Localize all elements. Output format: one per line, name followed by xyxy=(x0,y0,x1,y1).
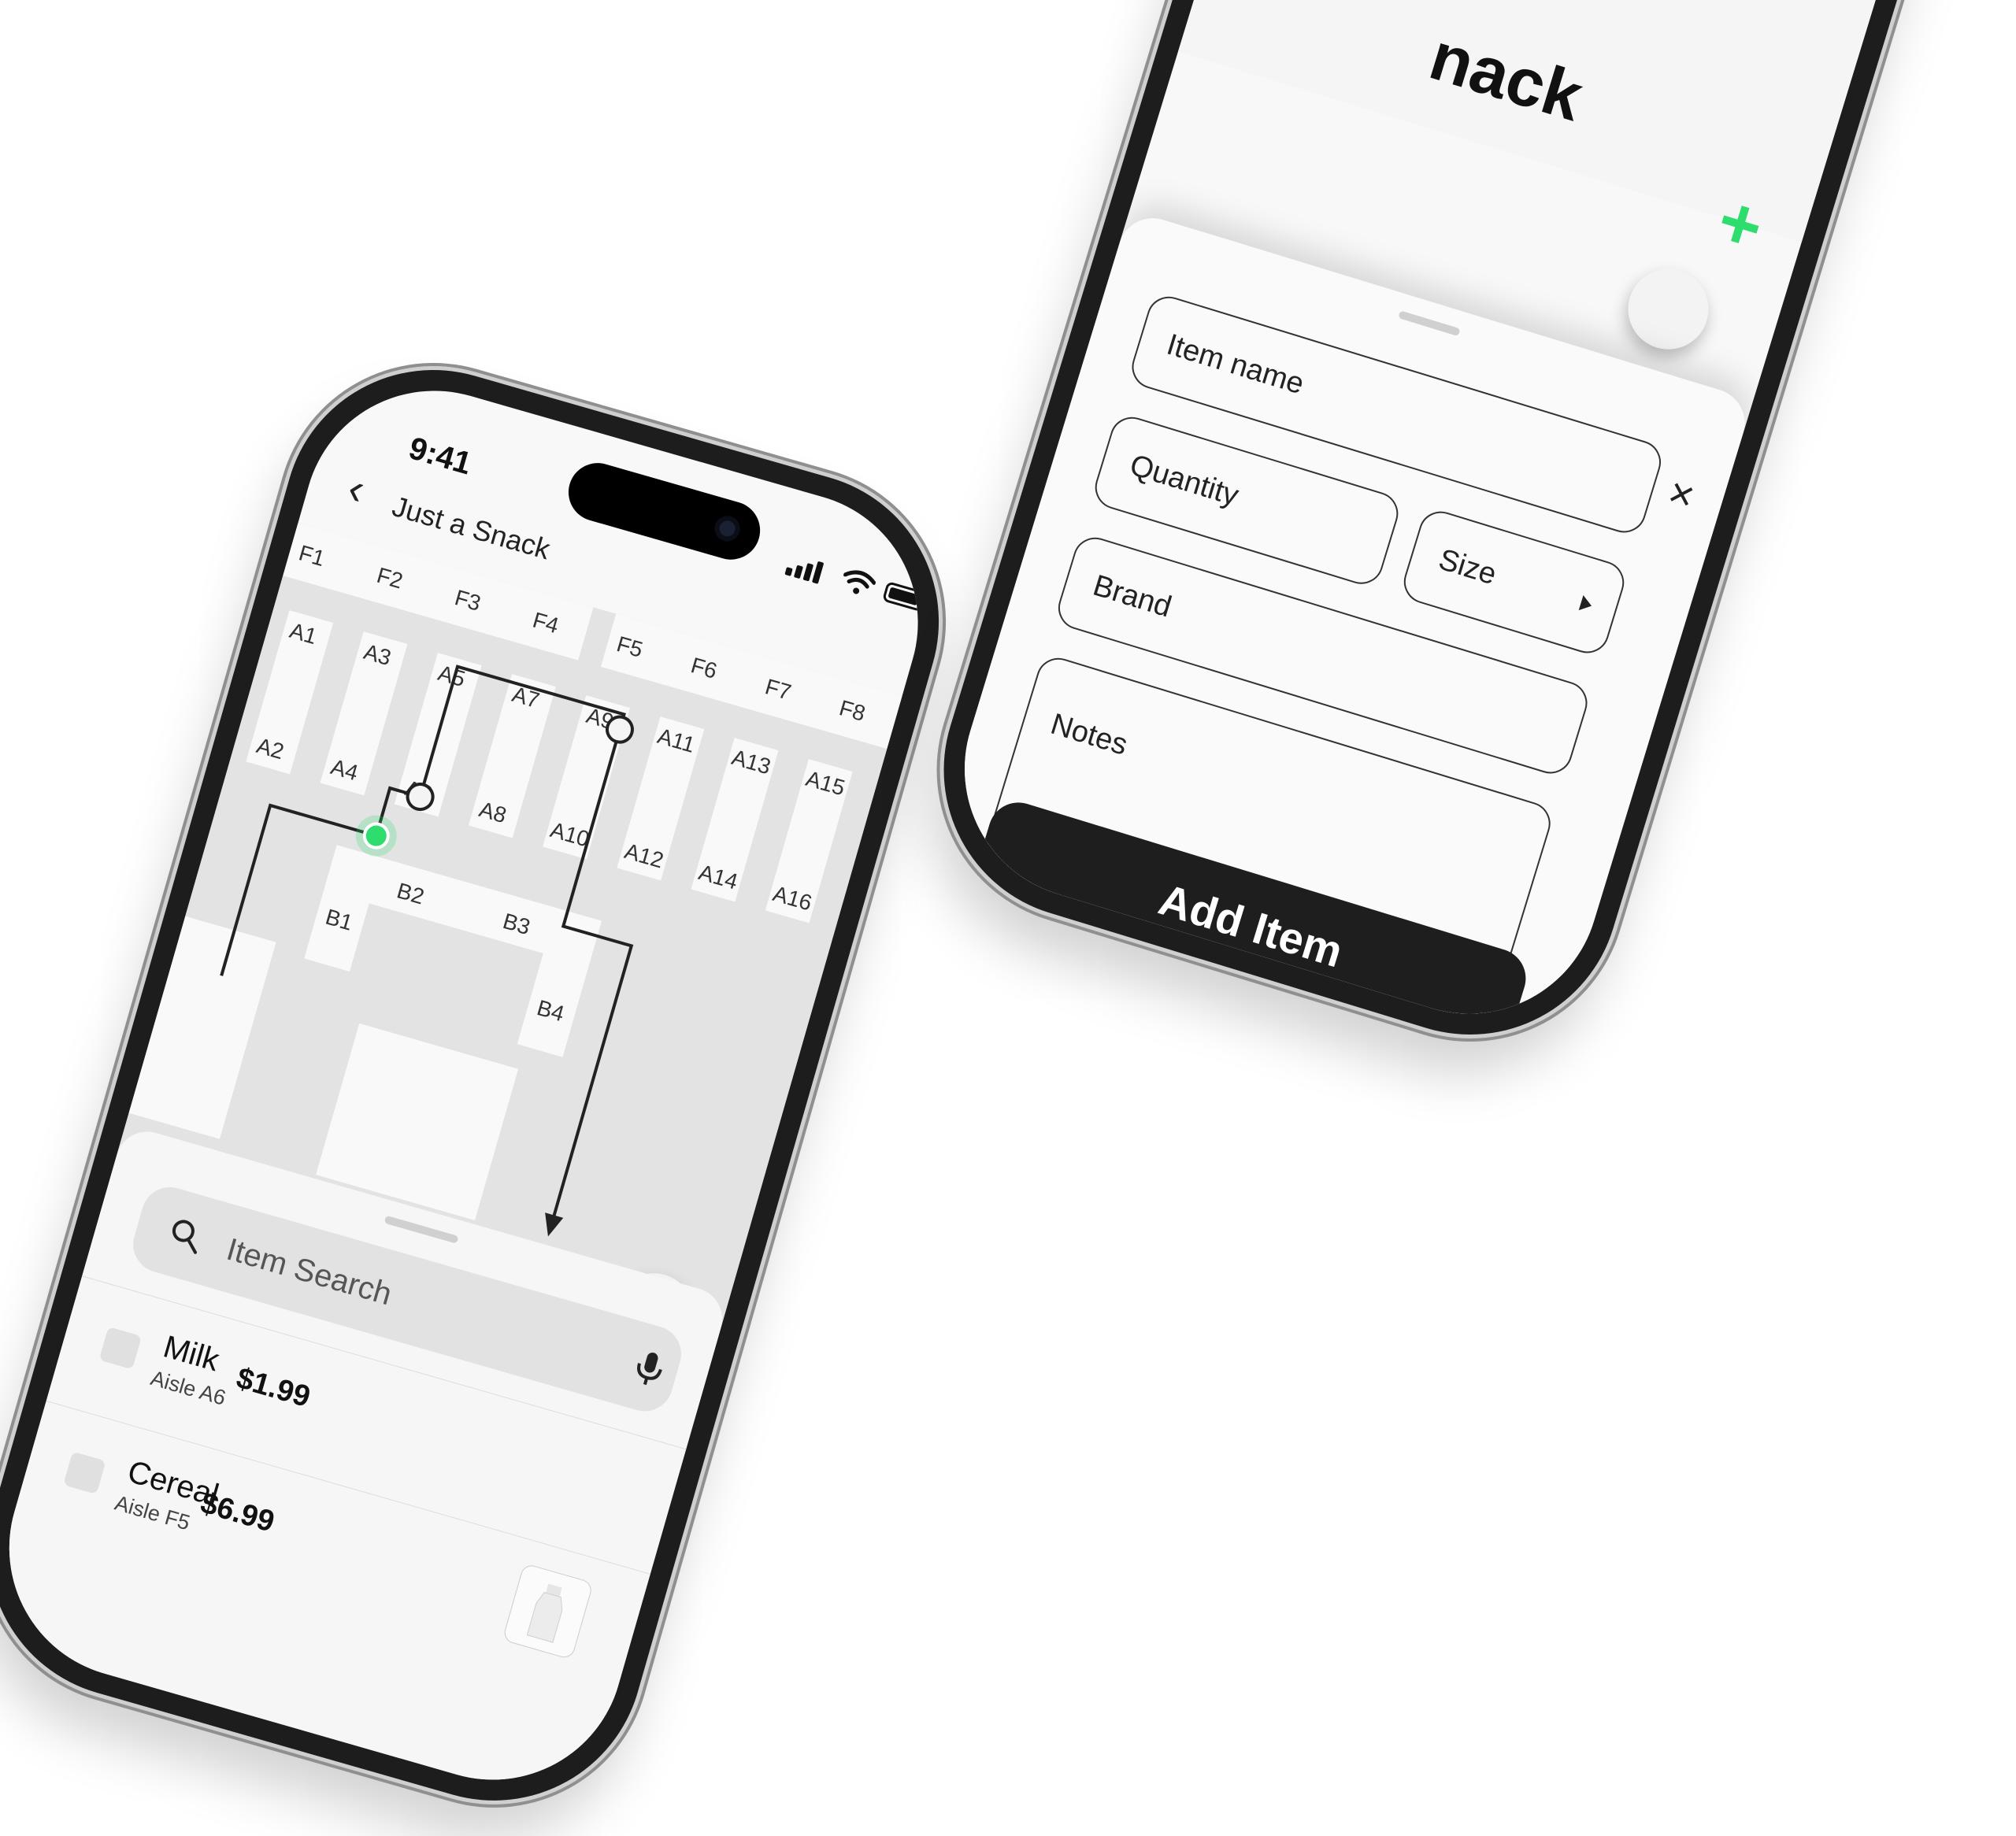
item-aisle: Aisle A6 xyxy=(147,1366,229,1410)
mic-icon[interactable] xyxy=(625,1344,674,1393)
store-title: Just a Snack xyxy=(388,490,554,566)
size-placeholder: Size xyxy=(1435,542,1500,592)
milk-bottle-icon xyxy=(526,1583,563,1643)
product-thumbnail xyxy=(502,1563,594,1660)
close-icon[interactable]: × xyxy=(1662,468,1700,522)
back-button[interactable]: ‹ xyxy=(343,461,371,515)
phone-add-item-view: nack + × Item name Quantity Size Brand N… xyxy=(906,0,1970,1072)
add-icon[interactable]: + xyxy=(1708,180,1772,268)
map-screen: 9:41 ‹ Just a Snack F1 F2 F3 F4 F5 F6 F7… xyxy=(0,360,949,1811)
item-price: $6.99 xyxy=(197,1486,279,1539)
size-select[interactable]: Size xyxy=(1398,505,1630,659)
search-icon xyxy=(172,1220,198,1254)
wifi-icon xyxy=(843,570,876,594)
item-checkbox[interactable] xyxy=(63,1451,106,1495)
status-time: 9:41 xyxy=(405,431,476,482)
sheet-handle[interactable] xyxy=(384,1215,459,1244)
add-item-sheet: × Item name Quantity Size Brand Notes Ad… xyxy=(932,209,1754,1046)
quantity-placeholder: Quantity xyxy=(1125,448,1243,513)
add-item-screen: nack + × Item name Quantity Size Brand N… xyxy=(932,0,1945,1046)
notes-placeholder: Notes xyxy=(1047,707,1132,762)
floating-action-button[interactable] xyxy=(1618,258,1719,360)
list-header-area: nack + xyxy=(1177,0,1945,360)
battery-icon xyxy=(881,581,928,613)
caret-right-icon xyxy=(1578,594,1594,614)
waypoint-marker xyxy=(605,715,634,744)
item-price: $1.99 xyxy=(232,1361,314,1414)
search-input[interactable]: Item Search xyxy=(223,1232,395,1313)
phone-map-view: 9:41 ‹ Just a Snack F1 F2 F3 F4 F5 F6 F7… xyxy=(0,335,975,1836)
cellular-signal-icon xyxy=(784,552,830,586)
sheet-handle[interactable] xyxy=(1398,310,1461,337)
item-name-placeholder: Item name xyxy=(1162,328,1308,402)
item-checkbox[interactable] xyxy=(98,1327,143,1370)
dynamic-island xyxy=(561,456,767,567)
list-title: nack xyxy=(1421,18,1592,136)
brand-placeholder: Brand xyxy=(1089,568,1176,624)
waypoint-marker xyxy=(406,783,435,812)
